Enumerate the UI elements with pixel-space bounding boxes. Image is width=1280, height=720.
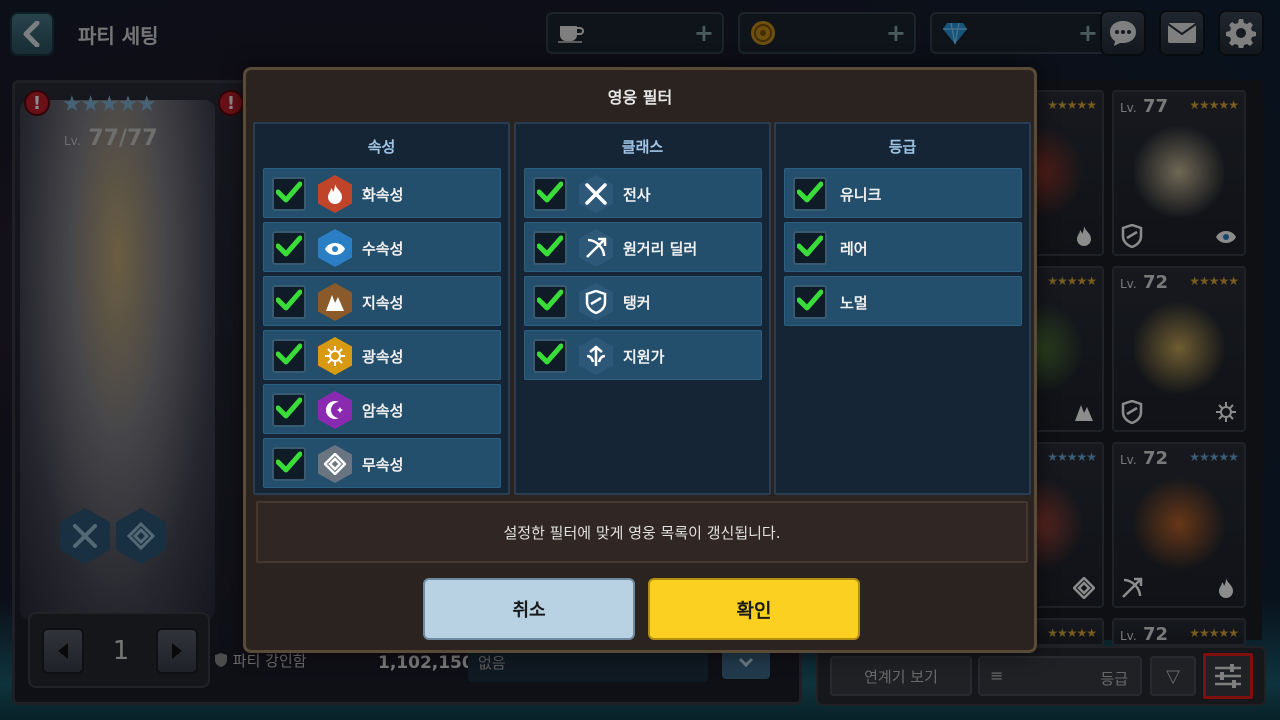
confirm-button[interactable]: 확인: [648, 578, 860, 640]
earth-icon: [318, 283, 352, 321]
checkbox[interactable]: [272, 393, 306, 427]
filter-option-label: 지속성: [362, 294, 404, 312]
checkmark-icon: [275, 181, 303, 207]
checkbox[interactable]: [272, 285, 306, 319]
filter-option-label: 수속성: [362, 240, 404, 258]
filter-option[interactable]: 지속성: [263, 276, 501, 326]
filter-option-label: 무속성: [362, 456, 404, 474]
checkbox[interactable]: [793, 231, 827, 265]
filter-option[interactable]: 전사: [524, 168, 762, 218]
filter-option-label: 지원가: [623, 348, 665, 366]
tank-icon: [579, 283, 613, 321]
filter-option[interactable]: 유니크: [784, 168, 1022, 218]
neutral-icon: [318, 445, 352, 483]
filter-option-label: 노멀: [840, 294, 868, 312]
hero-filter-dialog: 영웅 필터 속성 화속성수속성지속성광속성암속성무속성 클래스 전사원거리 딜러…: [243, 67, 1037, 653]
filter-option[interactable]: 탱커: [524, 276, 762, 326]
filter-column-class: 클래스 전사원거리 딜러탱커지원가: [514, 122, 771, 495]
filter-option-label: 유니크: [840, 186, 882, 204]
dialog-title: 영웅 필터: [607, 88, 673, 107]
filter-option[interactable]: 지원가: [524, 330, 762, 380]
checkmark-icon: [275, 397, 303, 423]
filter-option[interactable]: 암속성: [263, 384, 501, 434]
checkmark-icon: [796, 181, 824, 207]
checkmark-icon: [536, 181, 564, 207]
dark-icon: [318, 391, 352, 429]
filter-option-label: 암속성: [362, 402, 404, 420]
checkmark-icon: [536, 235, 564, 261]
column-header-grade: 등급: [888, 138, 917, 156]
checkbox[interactable]: [272, 447, 306, 481]
filter-option[interactable]: 원거리 딜러: [524, 222, 762, 272]
water-icon: [318, 229, 352, 267]
column-header-element: 속성: [367, 138, 396, 156]
filter-option[interactable]: 레어: [784, 222, 1022, 272]
fire-icon: [318, 175, 352, 213]
filter-option[interactable]: 화속성: [263, 168, 501, 218]
filter-option-label: 광속성: [362, 348, 404, 366]
filter-option[interactable]: 노멀: [784, 276, 1022, 326]
checkmark-icon: [275, 343, 303, 369]
filter-info-text: 설정한 필터에 맞게 영웅 목록이 갱신됩니다.: [256, 501, 1028, 563]
support-icon: [579, 337, 613, 375]
cancel-button[interactable]: 취소: [423, 578, 635, 640]
filter-option[interactable]: 광속성: [263, 330, 501, 380]
checkmark-icon: [275, 235, 303, 261]
light-icon: [318, 337, 352, 375]
filter-option[interactable]: 수속성: [263, 222, 501, 272]
filter-option[interactable]: 무속성: [263, 438, 501, 488]
filter-column-grade: 등급 유니크레어노멀: [774, 122, 1031, 495]
column-header-class: 클래스: [621, 138, 664, 156]
checkbox[interactable]: [272, 339, 306, 373]
checkbox[interactable]: [272, 231, 306, 265]
filter-option-label: 화속성: [362, 186, 404, 204]
checkbox[interactable]: [533, 177, 567, 211]
checkbox[interactable]: [533, 285, 567, 319]
checkmark-icon: [275, 289, 303, 315]
filter-option-label: 레어: [840, 240, 868, 258]
checkmark-icon: [796, 235, 824, 261]
filter-option-label: 원거리 딜러: [623, 240, 698, 258]
checkmark-icon: [796, 289, 824, 315]
checkbox[interactable]: [533, 231, 567, 265]
checkbox[interactable]: [793, 177, 827, 211]
checkbox[interactable]: [793, 285, 827, 319]
checkmark-icon: [275, 451, 303, 477]
filter-option-label: 전사: [623, 186, 651, 204]
ranged-icon: [579, 229, 613, 267]
warrior-icon: [579, 175, 613, 213]
checkbox[interactable]: [272, 177, 306, 211]
filter-option-label: 탱커: [623, 294, 651, 312]
checkmark-icon: [536, 343, 564, 369]
checkbox[interactable]: [533, 339, 567, 373]
filter-column-element: 속성 화속성수속성지속성광속성암속성무속성: [253, 122, 510, 495]
checkmark-icon: [536, 289, 564, 315]
